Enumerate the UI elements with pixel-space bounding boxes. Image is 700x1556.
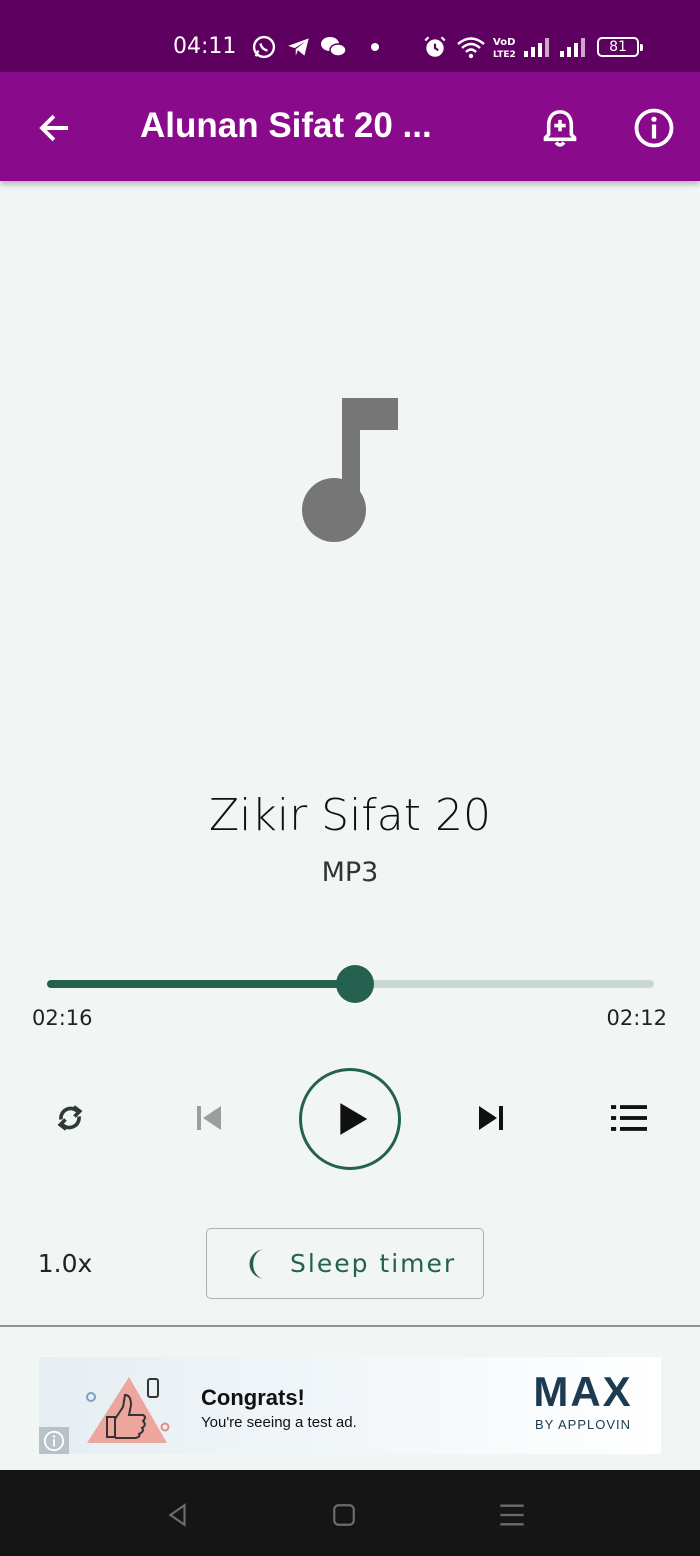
telegram-icon [288,38,309,56]
seek-thumb[interactable] [335,965,374,1003]
ad-info-button[interactable] [39,1427,69,1454]
play-icon [339,1103,367,1135]
add-reminder-button[interactable] [534,102,586,154]
signal-icon [524,38,549,57]
info-button[interactable] [628,102,680,154]
remaining-time: 02:12 [606,1006,667,1030]
battery-indicator: 81 [597,37,643,57]
status-icons: VoD LTE2 [250,30,586,64]
ad-headline: Congrats! [201,1385,305,1410]
elapsed-time: 02:16 [32,1006,93,1030]
nav-home-button[interactable] [321,1492,367,1538]
nav-home-icon [333,1504,355,1526]
skip-previous-button[interactable] [181,1090,237,1146]
dot-icon [371,43,379,51]
ad-body: You're seeing a test ad. [201,1414,357,1431]
queue-button[interactable] [601,1090,657,1146]
volte-icon: VoD LTE2 [493,37,516,60]
playback-speed-button[interactable]: 1.0x [22,1244,108,1284]
signal-icon [560,38,585,57]
nav-back-button[interactable] [155,1492,201,1538]
alarm-add-icon [543,110,577,147]
svg-text:VoD: VoD [493,37,515,48]
ad-brand-sub: BY APPLOVIN [534,1417,632,1432]
nav-recents-button[interactable] [489,1492,535,1538]
play-button[interactable] [299,1068,401,1170]
alarm-icon [424,36,446,57]
sleep-timer-button[interactable]: Sleep timer [206,1228,484,1299]
skip-next-button[interactable] [463,1090,519,1146]
status-bar: 04:11 VoD LTE2 81 [0,0,700,72]
track-title: Zikir Sifat 20 [209,790,491,841]
whatsapp-icon [252,35,276,59]
info-icon [634,108,674,148]
repeat-button[interactable] [42,1090,98,1146]
ad-banner[interactable]: Congrats! You're seeing a test ad. MAX B… [39,1357,661,1454]
status-time: 04:11 [173,34,237,59]
music-note-icon [302,398,398,542]
wechat-icon [321,37,347,57]
skip-previous-icon [197,1106,221,1130]
thumbs-up-icon [86,1377,170,1443]
seek-bar[interactable] [47,965,654,1003]
wifi-icon [457,37,485,59]
back-button[interactable] [28,102,80,154]
seek-progress [47,980,355,988]
page-title: Alunan Sifat 20 ... [140,106,432,145]
track-format: MP3 [321,857,379,888]
repeat-icon [57,1105,83,1131]
queue-icon [611,1105,647,1131]
ad-brand-logo: MAX [533,1368,633,1415]
app-bar: Alunan Sifat 20 ... [0,72,700,181]
svg-text:LTE2: LTE2 [493,50,516,60]
skip-next-icon [479,1106,503,1130]
info-icon [43,1430,65,1452]
sleep-timer-label: Sleep timer [290,1249,457,1278]
nav-recents-icon [500,1504,524,1526]
divider [0,1325,700,1327]
nav-back-icon [168,1503,186,1527]
moon-icon [249,1248,265,1279]
back-arrow-icon [39,114,68,142]
system-nav-bar [0,1470,700,1556]
